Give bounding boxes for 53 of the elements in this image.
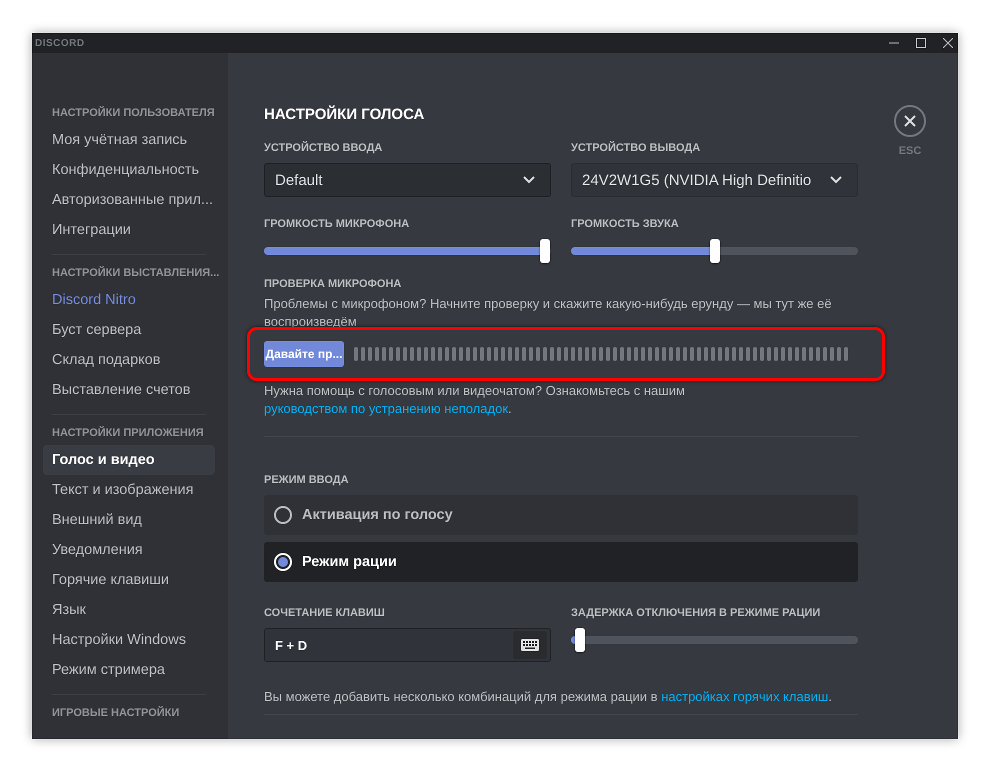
hotkey-settings-link[interactable]: настройках горячих клавиш <box>661 689 828 704</box>
sidebar-item[interactable]: Выставление счетов <box>43 375 215 405</box>
sidebar-item[interactable]: Склад подарков <box>43 345 215 375</box>
troubleshooting-link[interactable]: руководством по устранению неполадок <box>264 401 508 416</box>
input-mode-option[interactable]: Режим рации <box>264 542 858 582</box>
sidebar-item[interactable]: Режим стримера <box>43 655 215 685</box>
field-label: СОЧЕТАНИЕ КЛАВИШ <box>264 606 386 620</box>
chevron-down-icon <box>830 176 842 184</box>
input-device-dropdown[interactable]: Default <box>264 163 551 197</box>
mic-test-description: Проблемы с микрофоном? Начните проверку и скажите какую-нибудь ерунду — мы тут же её воспроизведём <box>264 295 833 331</box>
volume-slider[interactable] <box>571 239 858 263</box>
release-delay-slider[interactable] <box>571 628 858 652</box>
slider-thumb[interactable] <box>710 239 720 263</box>
sidebar-item[interactable]: Настройки Windows <box>43 625 215 655</box>
keyboard-icon[interactable] <box>513 631 547 659</box>
field-label: ЗАДЕРЖКА ОТКЛЮЧЕНИЯ В РЕЖИМЕ РАЦИИ <box>571 606 822 620</box>
sidebar-item[interactable]: Буст сервера <box>43 315 215 345</box>
field-label: УСТРОЙСТВО ВВОДА <box>264 141 384 155</box>
section-header: НАСТРОЙКИ ПРИЛОЖЕНИЯ <box>51 425 205 441</box>
section-header: НАСТРОЙКИ ПОЛЬЗОВАТЕЛЯ <box>51 105 215 121</box>
volume-slider[interactable] <box>264 239 551 263</box>
esc-label: ESC <box>898 145 922 157</box>
sidebar-item[interactable]: Авторизованные прил... <box>43 185 215 215</box>
chevron-down-icon <box>523 176 535 184</box>
sidebar-item[interactable]: Интеграции <box>43 215 215 245</box>
sidebar-item[interactable]: Текст и изображения <box>43 475 215 505</box>
sidebar-item[interactable]: Моя учётная запись <box>43 125 215 155</box>
sidebar-item[interactable]: Внешний вид <box>43 505 215 535</box>
hotkey-note: Вы можете добавить несколько комбинаций для режима рации в настройках горячих клавиш. <box>264 688 833 706</box>
output-device-dropdown[interactable]: 24V2W1G5 (NVIDIA High Definitio <box>571 163 858 197</box>
shortcut-field[interactable]: F + D <box>264 628 551 662</box>
slider-thumb[interactable] <box>540 239 550 263</box>
section-label: ПРОВЕРКА МИКРОФОНА <box>264 277 402 291</box>
slider-thumb[interactable] <box>574 628 585 652</box>
maximize-icon[interactable] <box>916 38 926 48</box>
help-text: Нужна помощь с голосовым или видеочатом? Ознакомьтесь с нашим руководством по устранению неполадок. <box>264 382 686 418</box>
sidebar-item[interactable]: Конфиденциальность <box>43 155 215 185</box>
sidebar-item[interactable]: Уведомления <box>43 535 215 565</box>
section-label: РЕЖИМ ВВОДА <box>264 473 350 487</box>
app-logo: DISCORD <box>35 38 85 48</box>
close-icon[interactable] <box>943 38 953 48</box>
sidebar-item[interactable]: Язык <box>43 595 215 625</box>
sidebar-item[interactable]: Голос и видео <box>43 445 215 475</box>
close-icon <box>904 115 916 127</box>
field-label: ГРОМКОСТЬ МИКРОФОНА <box>264 217 410 231</box>
sidebar-item[interactable]: Discord Nitro <box>43 285 215 315</box>
input-mode-option[interactable]: Активация по голосу <box>264 495 858 535</box>
section-header: ИГРОВЫЕ НАСТРОЙКИ <box>51 705 180 721</box>
field-label: ГРОМКОСТЬ ЗВУКА <box>571 217 680 231</box>
sidebar-item[interactable]: Горячие клавиши <box>43 565 215 595</box>
page-title: НАСТРОЙКИ ГОЛОСА <box>264 105 426 125</box>
close-button[interactable] <box>894 105 926 137</box>
field-label: УСТРОЙСТВО ВЫВОДА <box>571 141 702 155</box>
